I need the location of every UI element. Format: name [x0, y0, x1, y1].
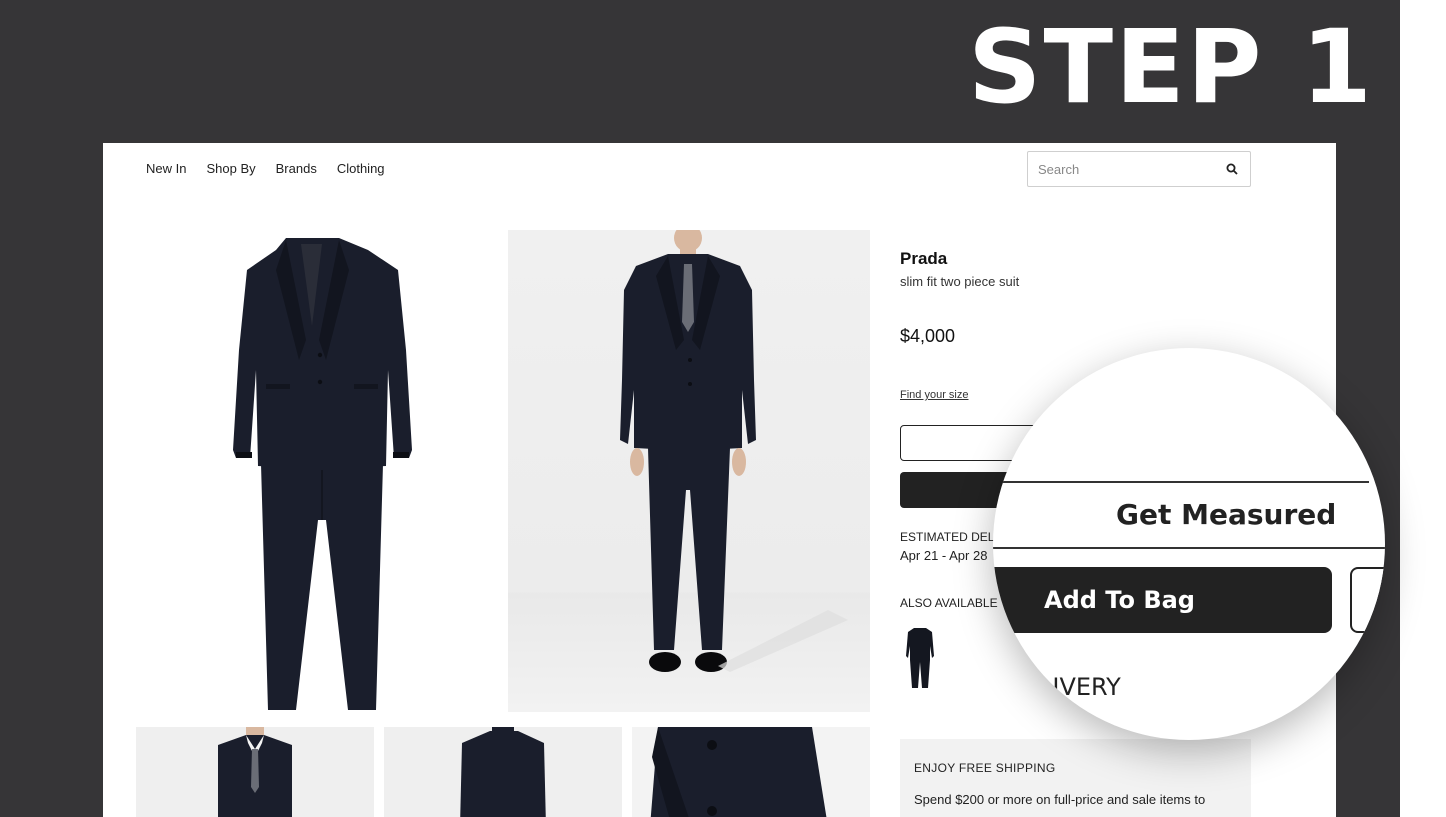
get-measured-border — [993, 547, 1385, 549]
product-thumbnail-front[interactable] — [136, 727, 374, 817]
estimated-delivery-dates: Apr 21 - Apr 28 — [900, 548, 988, 563]
add-to-bag-zoomed-label: Add To Bag — [1044, 586, 1195, 614]
step-title: STEP 1 — [968, 8, 1374, 127]
product-image-main[interactable] — [136, 230, 498, 712]
free-shipping-title: ENJOY FREE SHIPPING — [914, 761, 1056, 775]
search-box — [1027, 151, 1251, 187]
main-nav: New In Shop By Brands Clothing — [146, 161, 385, 176]
also-available-thumbnail[interactable] — [900, 626, 940, 690]
product-name: slim fit two piece suit — [900, 274, 1020, 289]
get-measured-button[interactable]: Get Measured — [1116, 498, 1336, 531]
search-icon[interactable] — [1224, 161, 1240, 177]
product-price: $4,000 — [900, 326, 956, 346]
search-input[interactable] — [1038, 161, 1224, 177]
also-available-label: ALSO AVAILABLE — [900, 596, 998, 610]
zoom-magnifier: Get Measured Add To Bag LIVERY — [993, 348, 1385, 740]
product-thumbnail-detail[interactable] — [632, 727, 870, 817]
nav-item-shop-by[interactable]: Shop By — [206, 161, 255, 176]
free-shipping-text: Spend $200 or more on full-price and sal… — [914, 792, 1206, 807]
delivery-label-zoomed: LIVERY — [1039, 673, 1121, 701]
nav-item-new-in[interactable]: New In — [146, 161, 186, 176]
estimated-delivery-label: ESTIMATED DEL — [900, 530, 995, 544]
product-brand: Prada — [900, 249, 948, 268]
wishlist-button[interactable] — [1350, 567, 1385, 633]
size-select-border — [993, 481, 1369, 483]
nav-item-brands[interactable]: Brands — [276, 161, 317, 176]
add-to-bag-button-zoomed[interactable]: Add To Bag — [993, 567, 1332, 633]
find-your-size-link[interactable]: Find your size — [900, 389, 968, 401]
nav-item-clothing[interactable]: Clothing — [337, 161, 385, 176]
product-thumbnail-back[interactable] — [384, 727, 622, 817]
product-image-model[interactable] — [508, 224, 870, 712]
free-shipping-banner: ENJOY FREE SHIPPING Spend $200 or more o… — [900, 739, 1251, 817]
